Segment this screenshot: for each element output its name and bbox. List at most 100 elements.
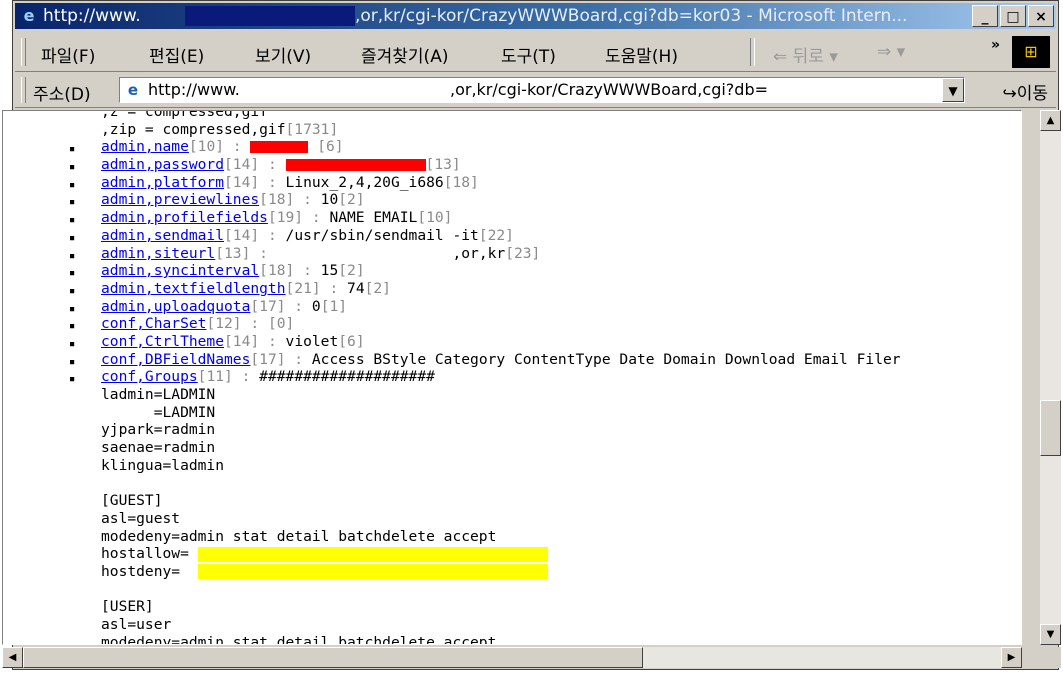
entry-key-link[interactable]: conf,CtrlTheme [101, 333, 224, 350]
list-item: admin,platform[14] : Linux_2,4,20G_i686[… [3, 173, 1021, 194]
entry-tail: [1] [320, 297, 348, 315]
entry-key-link[interactable]: conf,CharSet [101, 315, 206, 332]
address-grip[interactable] [21, 77, 26, 103]
entry-tail: [22] [478, 226, 514, 244]
text-line: =LADMIN [101, 403, 216, 421]
maximize-button[interactable]: □ [1000, 5, 1026, 27]
url-right: ,or,kr/cgi-kor/CrazyWWWBoard,cgi?db= [450, 80, 768, 99]
list-item: admin,siteurl[13] : ,or,kr[23] [3, 244, 1021, 265]
title-redaction [185, 6, 355, 26]
title-bar[interactable]: e http://www. ,or,kr/cgi-kor/CrazyWWWBoa… [15, 3, 1056, 29]
entry-key-link[interactable]: admin,previewlines [101, 191, 259, 208]
entry-meta: [13] : [215, 244, 268, 262]
entry-value: 10 [320, 191, 339, 209]
address-label: 주소(D) [33, 85, 91, 105]
zip-count: [1731] [285, 120, 339, 138]
entry-key-link[interactable]: conf,DBFieldNames [101, 351, 250, 368]
entry-value: Linux_2,4,20G_i686 [285, 173, 444, 191]
horizontal-scrollbar[interactable]: ◀ ▶ [2, 647, 1022, 668]
scroll-up-button[interactable]: ▲ [1040, 110, 1061, 131]
list-item: admin,name[10] : [6] [3, 138, 1021, 158]
windows-logo-icon: ⊞ [1012, 36, 1050, 68]
entry-tail: [2] [338, 262, 365, 280]
menu-file[interactable]: 파일(F) [41, 42, 95, 67]
entry-key-link[interactable]: admin,profilefields [101, 209, 268, 226]
page-content[interactable]: ,z = compressed,gif ,zip = compressed,gi… [2, 110, 1022, 645]
scroll-left-button[interactable]: ◀ [2, 647, 23, 668]
text-line: [GUEST] [101, 492, 163, 510]
title-text-right: ,or,kr/cgi-kor/CrazyWWWBoard,cgi?db=kor0… [355, 6, 908, 26]
toolbar-overflow-chevron[interactable]: » [991, 37, 1000, 53]
redaction-bar [285, 159, 426, 172]
vertical-scrollbar[interactable]: ▲ ▼ [1040, 110, 1061, 645]
text-line: ,z = compressed,gif [101, 110, 268, 120]
entry-meta: [18] : [259, 262, 312, 280]
entry-key-link[interactable]: admin,syncinterval [101, 262, 259, 279]
list-item: conf,CharSet[12] : [0] [3, 315, 1021, 335]
hostallow-label: hostallow= [101, 545, 189, 563]
horizontal-scroll-thumb[interactable] [23, 647, 643, 668]
go-arrow-icon: ↪ [1002, 84, 1017, 104]
entry-key-link[interactable]: admin,platform [101, 174, 224, 191]
list-item: admin,syncinterval[18] : 15[2] [3, 262, 1021, 282]
entry-tail: [23] [505, 244, 541, 262]
go-button[interactable]: ↪이동 [1002, 79, 1048, 104]
scroll-right-button[interactable]: ▶ [1001, 647, 1022, 668]
entry-key-link[interactable]: conf,Groups [101, 368, 198, 385]
address-bar: 주소(D) e http://www. ,or,kr/cgi-kor/Crazy… [15, 73, 1056, 108]
entry-meta: [19] : [267, 209, 321, 227]
redaction-bar [250, 141, 309, 154]
text-line: hostdeny= [3, 563, 1021, 581]
close-button[interactable]: × [1028, 5, 1054, 27]
entry-key-link[interactable]: admin,sendmail [101, 227, 224, 244]
entry-value: Access BStyle Category ContentType Date … [311, 350, 901, 368]
entry-value: violet [285, 332, 339, 350]
text-line: klingua=ladmin [101, 456, 225, 474]
scroll-down-button[interactable]: ▼ [1040, 624, 1061, 645]
list-item: admin,textfieldlength[21] : 74[2] [3, 279, 1021, 300]
back-button[interactable]: ⇐ 뒤로 ▾ [773, 42, 838, 67]
text-line: modedeny=admin stat detail batchdelete a… [101, 633, 497, 645]
list-item: admin,previewlines[18] : 10[2] [3, 191, 1021, 211]
entry-value: 15 [320, 262, 339, 280]
entry-key-link[interactable]: admin,uploadquota [101, 298, 250, 315]
menu-favorites[interactable]: 즐겨찾기(A) [361, 42, 448, 67]
entry-key-link[interactable]: admin,textfieldlength [101, 280, 286, 297]
entry-tail: [6] [317, 138, 344, 156]
minimize-button[interactable]: _ [972, 5, 998, 27]
entry-key-link[interactable]: admin,name [101, 138, 189, 155]
yellow-redaction [197, 564, 548, 580]
vertical-scroll-thumb[interactable] [1040, 400, 1061, 456]
list-item: admin,password[14] : [13] [3, 156, 1021, 176]
entry-tail: [2] [364, 279, 391, 297]
entry-value: /usr/sbin/sendmail -it [285, 226, 479, 244]
text-line [3, 474, 1021, 492]
forward-button[interactable]: ⇒ ▾ [877, 42, 905, 62]
list-item: conf,DBFieldNames[17] : Access BStyle Ca… [3, 350, 1021, 371]
list-item: conf,Groups[11] : #################### [3, 368, 1021, 388]
menu-edit[interactable]: 편집(E) [149, 42, 204, 67]
text-line: asl=user [101, 615, 172, 633]
toolbar-separator [750, 38, 755, 66]
text-line: ladmin=LADMIN [101, 386, 216, 403]
entry-tail: [2] [338, 191, 365, 209]
address-input[interactable]: e http://www. ,or,kr/cgi-kor/CrazyWWWBoa… [119, 77, 965, 103]
list-item: admin,profilefields[19] : NAME EMAIL[10] [3, 209, 1021, 229]
text-line [3, 581, 1021, 599]
entry-meta: [11] : [197, 368, 251, 386]
internet-explorer-icon: e [23, 6, 35, 25]
entry-meta: [10] : [188, 138, 242, 156]
entry-meta: [14] : [224, 173, 277, 191]
menu-view[interactable]: 보기(V) [255, 42, 311, 67]
window-controls: _ □ × [972, 5, 1054, 27]
toolbar-grip[interactable] [21, 38, 26, 66]
entry-meta: [18] : [259, 191, 312, 209]
menu-tools[interactable]: 도구(T) [501, 42, 556, 67]
entry-key-link[interactable]: admin,siteurl [101, 245, 215, 262]
menu-help[interactable]: 도움말(H) [605, 42, 678, 67]
entry-value: #################### [259, 368, 435, 386]
address-dropdown-button[interactable]: ▼ [942, 78, 964, 102]
go-label: 이동 [1016, 84, 1048, 104]
entry-key-link[interactable]: admin,password [101, 156, 224, 173]
entry-tail: [13] [425, 156, 461, 174]
